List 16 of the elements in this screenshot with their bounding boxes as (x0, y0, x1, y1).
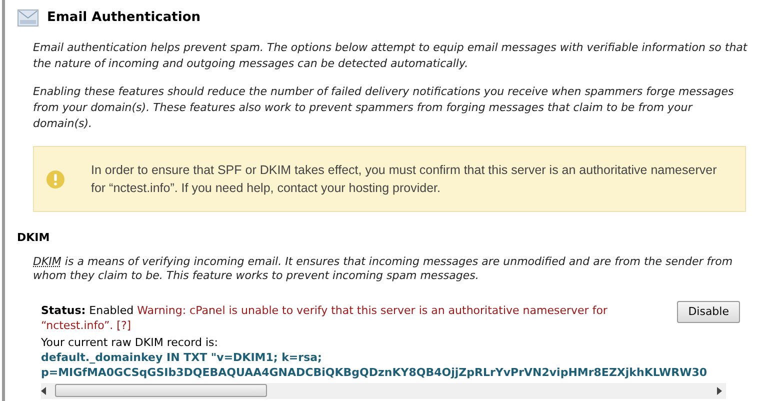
help-link[interactable]: [?] (116, 318, 132, 332)
horizontal-scrollbar[interactable] (41, 382, 726, 398)
section-heading: DKIM (17, 230, 51, 246)
status-text: Status: Enabled Warning: cPanel is unable to verify that this server is an authoritative nameserver for “nctest.info”. [?] (41, 302, 608, 332)
disable-button[interactable]: Disable (677, 300, 740, 323)
intro-paragraph: Email authentication helps prevent spam. The options below attempt to equip email messages with verifiable information so that the nature of incoming and outgoing messages can be detected automatically. (33, 40, 748, 72)
alert-text: In order to ensure that SPF or DKIM takes effect, you must confirm that this server is an authoritative nameserver for “nctest.info”. If you need help, contact your hosting provider. (91, 162, 718, 197)
page-title: Email Authentication (47, 9, 200, 28)
exclamation-icon (46, 170, 65, 188)
dkim-description: DKIM is a means of verifying incoming email. It ensures that incoming messages are unmodified and are from the sender from whom they claim to be. This feature works to prevent incoming spam messages. (32, 254, 734, 282)
record-label: Your current raw DKIM record is: (41, 334, 219, 350)
intro-paragraph: Enabling these features should reduce the number of failed delivery notifications you receive when spammers forge messages from your domain(s). These features also work to prevent spammers from forging messages that claim to be from your domain(s). (33, 84, 735, 132)
dkim-record-line: default._domainkey IN TXT "v=DKIM1; k=rsa; (41, 350, 323, 364)
mail-icon (17, 8, 39, 28)
dkim-record-line: p=MIGfMA0GCSqGSIb3DQEBAQUAA4GNADCBiQKBgQDznKY8QB4OjjZpRLrYvPrVN2vipHMr8EZXjkhKLWRW30 (41, 364, 708, 380)
scrollbar-thumb[interactable] (55, 384, 267, 397)
